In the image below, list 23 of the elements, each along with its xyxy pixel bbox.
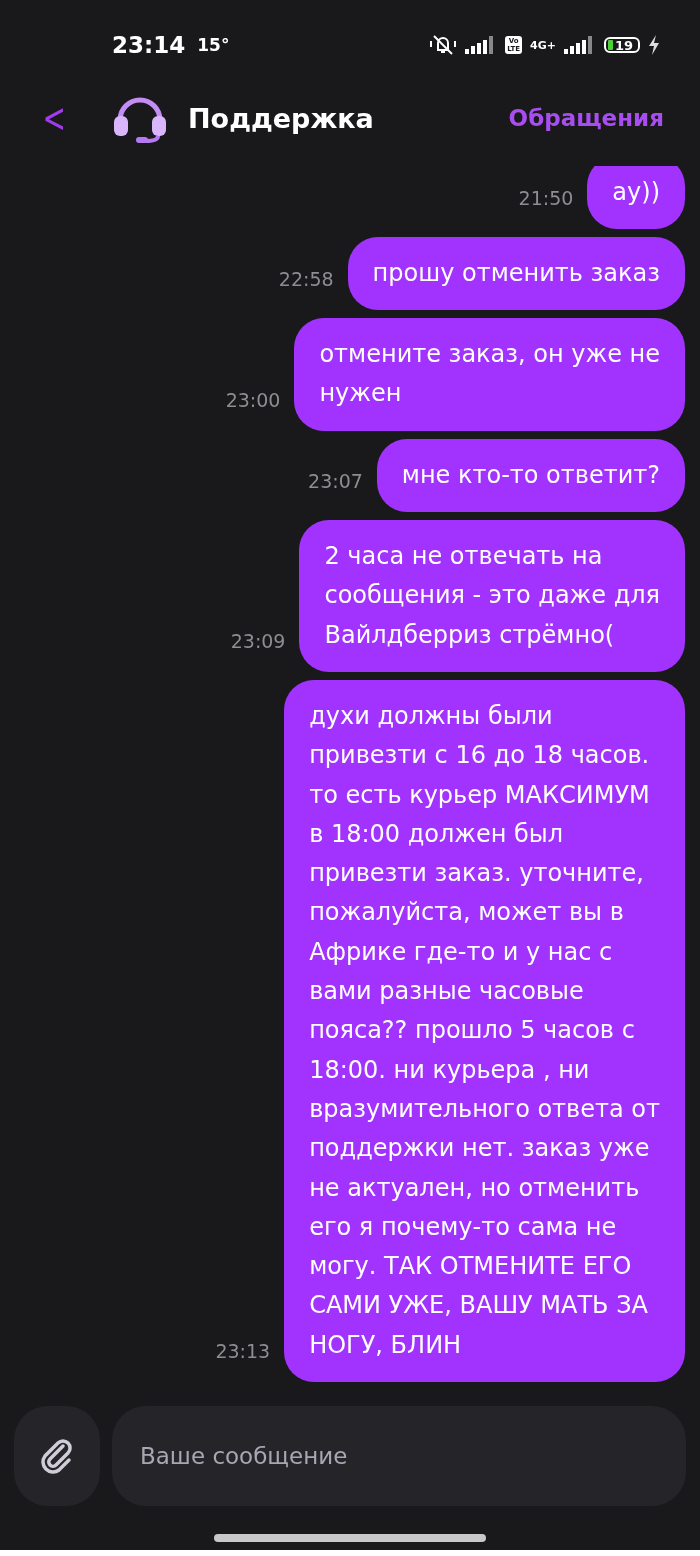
message-bubble: 2 часа не отвечать на сообщения - это даже для Вайлдберриз стрёмно( — [299, 520, 685, 672]
message-bubble: мне кто-то ответит? — [376, 438, 685, 513]
message-time: 22:58 — [278, 268, 334, 291]
back-button[interactable]: < — [42, 98, 64, 138]
message-input[interactable]: Ваше сообщение — [112, 1406, 686, 1506]
tickets-link[interactable]: Обращения — [508, 105, 664, 131]
message-time: 23:00 — [225, 388, 281, 411]
temperature: 15° — [197, 35, 230, 55]
message-bubble: духи должны были привезти с 16 до 18 часов. то есть курьер МАКСИМУМ в 18:00 должен был привезти заказ. уточните, пожалуйста, может вы в Африке где-то и у нас с вами разные часовые пояса?? прошло 5 часов с 18:00. ни курьера , ни вразумительного ответа от поддержки нет. заказ уже не актуален, но отменить его я почему-то сама не могу. ТАК ОТМЕНИТЕ ЕГО САМИ УЖЕ, ВАШУ МАТЬ ЗА НОГУ, БЛИН — [284, 679, 685, 1382]
message-bubble: прошу отменить заказ — [347, 236, 685, 311]
battery-indicator: 19 — [604, 37, 640, 53]
charging-icon — [648, 35, 660, 55]
message-bubble: ау)) — [587, 166, 685, 229]
network-type: 4G+ — [530, 39, 556, 51]
message-time: 23:09 — [230, 629, 286, 652]
message-bubble: отмените заказ, он уже не нужен — [294, 318, 685, 431]
status-time: 23:14 — [112, 32, 186, 58]
chat-title: Поддержка — [188, 102, 374, 134]
message-time: 23:13 — [215, 1340, 271, 1362]
message-time: 21:50 — [518, 186, 574, 209]
muted-bell-icon — [429, 34, 458, 56]
attach-button[interactable] — [14, 1406, 100, 1506]
message-time: 23:07 — [308, 470, 363, 493]
